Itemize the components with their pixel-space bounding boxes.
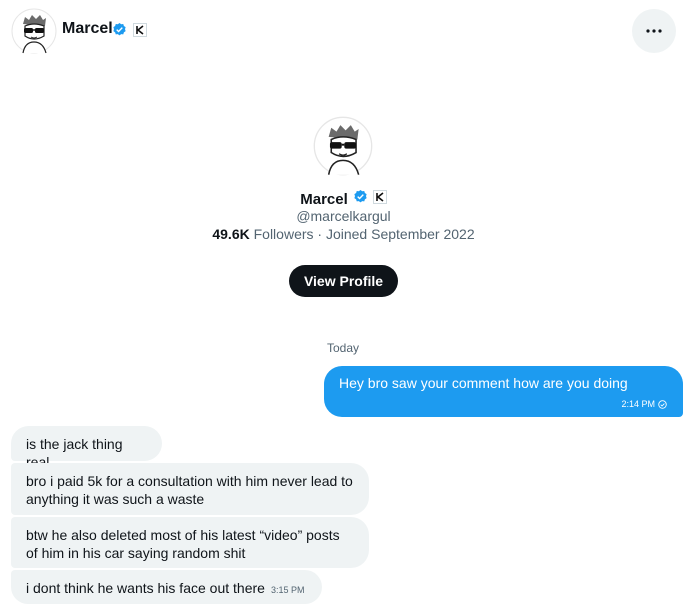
sent-check-icon	[658, 399, 667, 409]
message-text: i dont think he wants his face out there	[26, 580, 265, 596]
message-text: Hey bro saw your comment how are you doi…	[339, 375, 628, 391]
profile-handle: @marcelkargul	[296, 208, 391, 224]
followers-count: 49.6K	[212, 226, 250, 242]
message-text: btw he also deleted most of his latest “…	[26, 527, 340, 561]
incoming-message[interactable]: i dont think he wants his face out there…	[11, 570, 322, 604]
more-horizontal-icon	[646, 29, 662, 33]
profile-stats: 49.6K Followers · Joined September 2022	[0, 226, 687, 242]
outgoing-message[interactable]: Hey bro saw your comment how are you doi…	[324, 366, 683, 417]
joined-date: · Joined September 2022	[317, 226, 475, 242]
profile-name-row: Marcel	[0, 189, 687, 209]
header-name[interactable]: Marcel	[62, 20, 113, 38]
profile-name[interactable]: Marcel	[300, 191, 348, 208]
avatar[interactable]	[11, 8, 57, 54]
more-options-button[interactable]	[632, 9, 676, 53]
incoming-message[interactable]: btw he also deleted most of his latest “…	[11, 517, 369, 568]
message-time: 2:14 PM	[621, 399, 655, 409]
day-separator: Today	[327, 341, 360, 355]
verified-badge-icon	[112, 22, 127, 42]
affiliate-badge-icon[interactable]	[133, 23, 147, 42]
followers-label: Followers	[253, 226, 314, 242]
message-text: bro i paid 5k for a consultation with hi…	[26, 473, 353, 507]
view-profile-button[interactable]: View Profile	[289, 265, 398, 297]
profile-avatar[interactable]	[313, 116, 373, 176]
message-meta: 2:14 PM	[621, 399, 667, 409]
message-time: 3:15 PM	[270, 585, 305, 595]
incoming-message[interactable]: bro i paid 5k for a consultation with hi…	[11, 463, 369, 515]
conversation-header: Marcel	[0, 0, 687, 62]
verified-badge-icon	[353, 189, 368, 209]
affiliate-badge-icon[interactable]	[372, 189, 387, 209]
incoming-message[interactable]: is the jack thing real	[11, 426, 162, 470]
